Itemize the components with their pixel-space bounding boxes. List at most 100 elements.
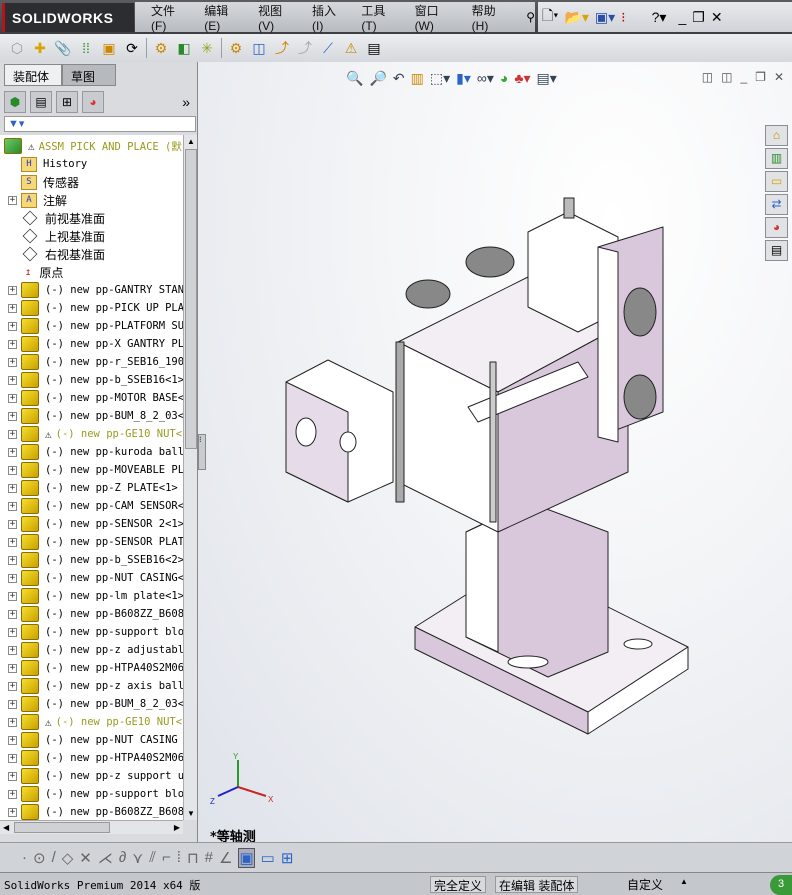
filter-icon[interactable]: ▼▾ — [4, 116, 196, 132]
save-icon[interactable]: ▣▾ — [595, 9, 615, 26]
tree-vertical-scrollbar[interactable]: ▲ ▼ — [183, 135, 197, 820]
display-manager-icon[interactable]: ◕ — [82, 91, 104, 113]
expand-icon[interactable]: + — [8, 789, 17, 799]
expand-icon[interactable]: + — [8, 537, 17, 547]
show-hidden-icon[interactable]: ⚙ — [152, 39, 170, 57]
expand-icon[interactable]: + — [8, 663, 17, 673]
bill-of-materials-icon[interactable]: ⚙ — [227, 39, 245, 57]
tree-item-component[interactable]: + (-) new pp-z axis ball — [0, 677, 183, 695]
move-component-icon[interactable]: ⟳ — [123, 39, 141, 57]
tree-item-folder[interactable]: H History — [0, 155, 87, 173]
expand-icon[interactable]: + — [8, 591, 17, 601]
mirror-icon[interactable]: ∂ — [119, 849, 126, 866]
feature-manager-icon[interactable]: ⬢ — [4, 91, 26, 113]
tree-item-component[interactable]: + (-) new pp-support bloc — [0, 623, 183, 641]
tree-item-component[interactable]: + (-) new pp-B608ZZ_B608Z — [0, 605, 183, 623]
trim-icon[interactable]: ✕ — [79, 849, 92, 867]
expand-icon[interactable]: + — [8, 609, 17, 619]
tree-item-component[interactable]: + (-) new pp-GANTRY STAND — [0, 281, 183, 299]
notification-badge[interactable]: 3 — [770, 875, 792, 895]
view-palette-icon[interactable]: ⇄ — [765, 194, 788, 215]
new-doc-icon[interactable]: 🗋▾ — [542, 5, 558, 29]
expand-icon[interactable]: + — [8, 627, 17, 637]
pin-icon[interactable]: ⚲ — [526, 10, 535, 24]
home-icon[interactable]: ⌂ — [765, 125, 788, 146]
tree-item-component[interactable]: + (-) new pp-CAM SENSOR<1 — [0, 497, 183, 515]
assembly-features-icon[interactable]: ◧ — [175, 39, 193, 57]
expand-icon[interactable]: + — [8, 573, 17, 583]
expand-icon[interactable]: + — [8, 807, 17, 817]
solidworks-logo[interactable]: SOLIDWORKS — [2, 3, 134, 32]
tree-item-component[interactable]: + (-) new pp-z adjustable — [0, 641, 183, 659]
tree-item-component[interactable]: + (-) new pp-SENSOR PLATE — [0, 533, 183, 551]
spline-icon[interactable]: ⁞ — [177, 849, 181, 866]
custom-properties-icon[interactable]: ▤ — [765, 240, 788, 261]
tree-item-component[interactable]: + (-) new pp-BUM_8_2_03<1 — [0, 407, 183, 425]
restore-button[interactable]: ❐ — [692, 9, 705, 26]
tree-item-folder[interactable]: S 传感器 — [0, 173, 79, 191]
tree-item-component[interactable]: + (-) new pp-MOTOR BASE<1 — [0, 389, 183, 407]
hatch-icon[interactable]: ⫽ — [149, 849, 156, 866]
expand-icon[interactable]: + — [8, 753, 17, 763]
line-icon[interactable]: / — [52, 849, 56, 866]
expand-icon[interactable]: + — [8, 393, 17, 403]
tree-item-component[interactable]: + (-) new pp-z support un — [0, 767, 183, 785]
file-explorer-icon[interactable]: ▭ — [765, 171, 788, 192]
dimension-icon[interactable]: ⊓ — [187, 849, 199, 867]
tree-item-component[interactable]: + (-) new pp-NUT CASING<1 — [0, 569, 183, 587]
menu-insert[interactable]: 插入(I) — [312, 2, 346, 33]
expand-icon[interactable]: + — [8, 501, 17, 511]
mate-icon[interactable]: 📎 — [54, 39, 72, 57]
linear-pattern-icon[interactable]: ⁞⁞ — [77, 39, 95, 57]
tree-item-component[interactable]: + (-) new pp-HTPA40S2M060 — [0, 749, 183, 767]
tab-sketch[interactable]: 草图 — [62, 64, 116, 86]
expand-icon[interactable]: + — [8, 735, 17, 745]
3d-view-icon[interactable]: ▣ — [238, 847, 255, 868]
units-arrow-icon[interactable]: ▲ — [680, 877, 688, 886]
tree-item-component[interactable]: + (-) new pp-MOVEABLE PLA — [0, 461, 183, 479]
expand-icon[interactable]: + — [8, 519, 17, 529]
tree-item-component[interactable]: + (-) new pp-r_SEB16_190< — [0, 353, 183, 371]
expand-icon[interactable]: + — [8, 717, 17, 727]
appearances-icon[interactable]: ◕ — [765, 217, 788, 238]
circle-icon[interactable]: ⊙ — [33, 849, 46, 867]
tree-item-component[interactable]: + (-) new pp-SENSOR 2<1> — [0, 515, 183, 533]
tree-item-component[interactable]: + ⚠ (-) new pp-GE10 NUT< — [0, 713, 182, 731]
menu-view[interactable]: 视图(V) — [258, 2, 297, 33]
tree-item-component[interactable]: + (-) new pp-PLATFORM SUP — [0, 317, 183, 335]
tree-item-component[interactable]: + (-) new pp-HTPA40S2M060 — [0, 659, 183, 677]
configuration-manager-icon[interactable]: ⊞ — [56, 91, 78, 113]
expand-icon[interactable]: + — [8, 447, 17, 457]
expand-icon[interactable]: + — [8, 429, 17, 439]
expand-icon[interactable]: + — [8, 303, 17, 313]
explode-line-icon[interactable]: ⤴ — [273, 39, 291, 57]
minimize-button[interactable]: _ — [678, 9, 686, 25]
expand-icon[interactable]: + — [8, 195, 17, 205]
tree-item-component[interactable]: + (-) new pp-support bloc — [0, 785, 183, 803]
tree-item-component[interactable]: + (-) new pp-lm plate<1> — [0, 587, 183, 605]
insert-component-icon[interactable]: ✚ — [31, 39, 49, 57]
tree-item-component[interactable]: + (-) new pp-kuroda ball — [0, 443, 183, 461]
tree-item-component[interactable]: + (-) new pp-NUT CASING 2 — [0, 731, 183, 749]
tree-item-root[interactable]: ⚠ ASSM PICK AND PLACE (默 — [0, 137, 182, 155]
tree-item-folder[interactable]: + A 注解 — [0, 191, 67, 209]
tree-item-component[interactable]: + (-) new pp-X GANTRY PLA — [0, 335, 183, 353]
grid-icon[interactable]: # — [205, 849, 213, 866]
expand-icon[interactable]: + — [8, 321, 17, 331]
extend-icon[interactable]: ⋌ — [98, 849, 113, 867]
expand-icon[interactable]: + — [8, 411, 17, 421]
menu-window[interactable]: 窗口(W) — [415, 2, 457, 33]
exploded-view-icon[interactable]: ◫ — [250, 39, 268, 57]
reference-geometry-icon[interactable]: ✳ — [198, 39, 216, 57]
tree-item-component[interactable]: + ⚠ (-) new pp-GE10 NUT< — [0, 425, 182, 443]
smart-fasteners-icon[interactable]: ▣ — [100, 39, 118, 57]
units-selector[interactable]: 自定义 — [627, 876, 663, 893]
offset-icon[interactable]: ⋎ — [132, 849, 143, 867]
graphics-area[interactable]: 🔍 🔎 ↶ ▥ ⬚▾ ▮▾ ∞▾ ◕ ♣▾ ▤▾ ◫ ◫ _ ❐ ✕ ⁝ Y X… — [198, 62, 792, 845]
expand-icon[interactable]: + — [8, 285, 17, 295]
tree-item-component[interactable]: + (-) new pp-b_SSEB16<2> — [0, 551, 183, 569]
angle-icon[interactable]: ∠ — [219, 849, 232, 867]
menu-tools[interactable]: 工具(T) — [361, 2, 399, 33]
tree-item-component[interactable]: + (-) new pp-B608ZZ_B608Z — [0, 803, 183, 820]
expand-icon[interactable]: + — [8, 339, 17, 349]
